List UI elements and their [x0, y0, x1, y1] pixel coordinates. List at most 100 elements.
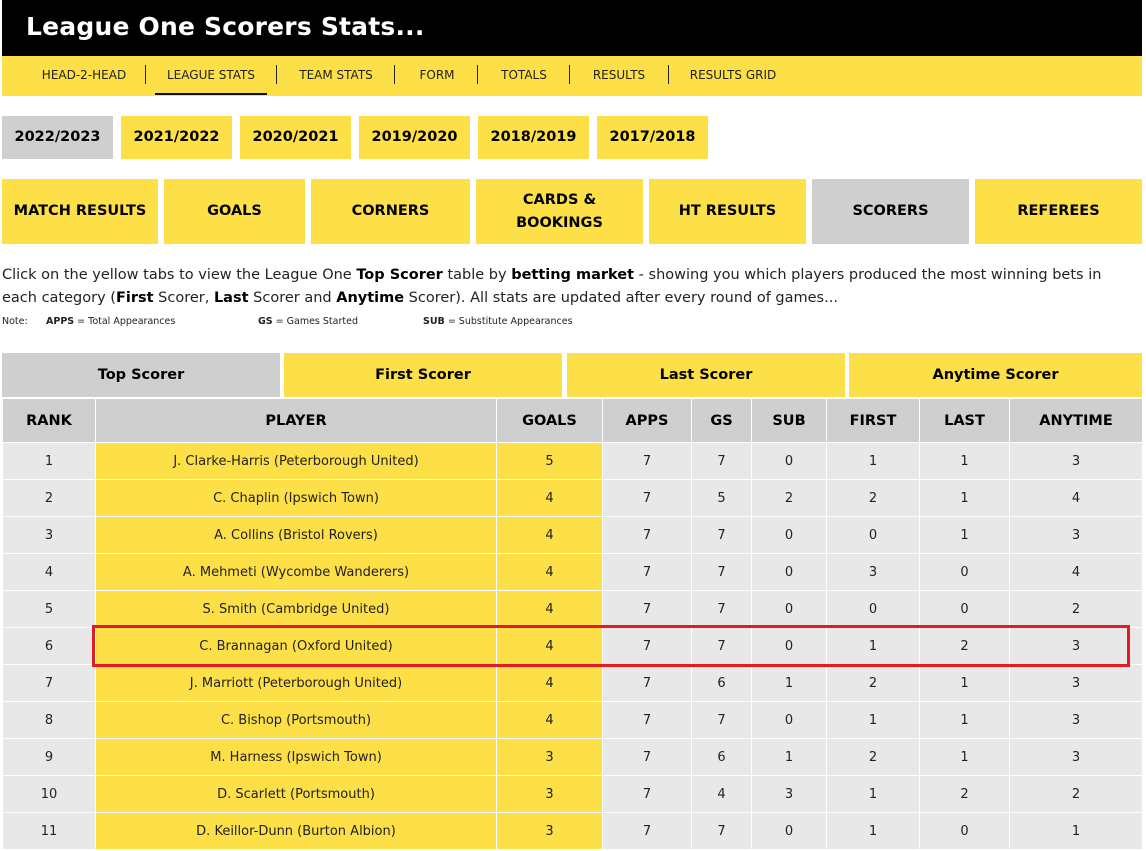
- cell-last: 1: [919, 479, 1010, 517]
- cell-goals: 3: [496, 775, 603, 813]
- category-scorers-button[interactable]: SCORERS: [812, 179, 969, 244]
- nav-item-results[interactable]: RESULTS: [578, 56, 660, 96]
- cell-rank: 4: [2, 553, 96, 591]
- cell-player[interactable]: A. Collins (Bristol Rovers): [95, 516, 497, 554]
- cell-first: 3: [826, 553, 920, 591]
- cell-goals: 3: [496, 812, 603, 850]
- note-label: Note:: [2, 316, 28, 327]
- cell-gs: 4: [691, 775, 752, 813]
- cell-rank: 8: [2, 701, 96, 739]
- header-last: LAST: [919, 398, 1010, 443]
- cell-gs: 6: [691, 738, 752, 776]
- cell-anytime: 4: [1009, 479, 1143, 517]
- main-nav: HEAD-2-HEAD LEAGUE STATS TEAM STATS FORM…: [2, 56, 1142, 96]
- cell-first: 0: [826, 590, 920, 628]
- cell-player[interactable]: J. Clarke-Harris (Peterborough United): [95, 442, 497, 480]
- cell-last: 0: [919, 553, 1010, 591]
- cell-goals: 3: [496, 738, 603, 776]
- nav-item-form[interactable]: FORM: [404, 56, 470, 96]
- cell-gs: 6: [691, 664, 752, 702]
- cell-first: 2: [826, 479, 920, 517]
- cell-gs: 7: [691, 812, 752, 850]
- note-sub: SUB = Substitute Appearances: [423, 316, 573, 327]
- nav-separator: [569, 65, 570, 84]
- page-header: League One Scorers Stats...: [2, 0, 1142, 56]
- cell-sub: 0: [751, 442, 827, 480]
- tab-anytime-scorer[interactable]: Anytime Scorer: [849, 353, 1142, 397]
- cell-player[interactable]: A. Mehmeti (Wycombe Wanderers): [95, 553, 497, 591]
- category-corners-button[interactable]: CORNERS: [311, 179, 470, 244]
- category-cards-bookings-button[interactable]: CARDS & BOOKINGS: [476, 179, 643, 244]
- table-row: 7 J. Marriott (Peterborough United) 4 7 6 1 2 1…: [2, 664, 1143, 702]
- season-2017-2018-button[interactable]: 2017/2018: [597, 116, 708, 159]
- nav-item-head-2-head[interactable]: HEAD-2-HEAD: [24, 56, 144, 96]
- cell-apps: 7: [602, 738, 692, 776]
- season-2020-2021-button[interactable]: 2020/2021: [240, 116, 351, 159]
- header-first: FIRST: [826, 398, 920, 443]
- season-2022-2023-button[interactable]: 2022/2023: [2, 116, 113, 159]
- tab-top-scorer[interactable]: Top Scorer: [2, 353, 280, 397]
- cell-apps: 7: [602, 516, 692, 554]
- cell-rank: 2: [2, 479, 96, 517]
- cell-sub: 0: [751, 812, 827, 850]
- category-match-results-button[interactable]: MATCH RESULTS: [2, 179, 158, 244]
- cell-last: 0: [919, 590, 1010, 628]
- cell-last: 1: [919, 701, 1010, 739]
- cell-rank: 5: [2, 590, 96, 628]
- table-row: 10 D. Scarlett (Portsmouth) 3 7 4 3 1 2 2: [2, 775, 1143, 813]
- category-ht-results-button[interactable]: HT RESULTS: [649, 179, 806, 244]
- cell-player[interactable]: C. Brannagan (Oxford United): [95, 627, 497, 665]
- season-2019-2020-button[interactable]: 2019/2020: [359, 116, 470, 159]
- tab-last-scorer[interactable]: Last Scorer: [567, 353, 845, 397]
- nav-separator: [394, 65, 395, 84]
- cell-anytime: 4: [1009, 553, 1143, 591]
- category-referees-button[interactable]: REFEREES: [975, 179, 1142, 244]
- nav-item-league-stats[interactable]: LEAGUE STATS: [155, 56, 267, 95]
- cell-apps: 7: [602, 775, 692, 813]
- cell-player[interactable]: C. Bishop (Portsmouth): [95, 701, 497, 739]
- cell-first: 2: [826, 738, 920, 776]
- cell-anytime: 3: [1009, 701, 1143, 739]
- note-gs: GS = Games Started: [258, 316, 358, 327]
- cell-last: 2: [919, 627, 1010, 665]
- cell-sub: 1: [751, 738, 827, 776]
- cell-last: 0: [919, 812, 1010, 850]
- nav-item-totals[interactable]: TOTALS: [486, 56, 562, 96]
- cell-gs: 7: [691, 590, 752, 628]
- cell-player[interactable]: D. Scarlett (Portsmouth): [95, 775, 497, 813]
- cell-anytime: 2: [1009, 590, 1143, 628]
- cell-first: 2: [826, 664, 920, 702]
- nav-separator: [477, 65, 478, 84]
- cell-player[interactable]: D. Keillor-Dunn (Burton Albion): [95, 812, 497, 850]
- header-apps: APPS: [602, 398, 692, 443]
- scorers-table: RANK PLAYER GOALS APPS GS SUB FIRST LAST ANYTIME…: [2, 398, 1143, 850]
- season-2021-2022-button[interactable]: 2021/2022: [121, 116, 232, 159]
- table-body: 1 J. Clarke-Harris (Peterborough United) 5…: [2, 442, 1143, 850]
- cell-first: 1: [826, 442, 920, 480]
- cell-player[interactable]: M. Harness (Ipswich Town): [95, 738, 497, 776]
- season-2018-2019-button[interactable]: 2018/2019: [478, 116, 589, 159]
- cell-sub: 0: [751, 553, 827, 591]
- cell-player[interactable]: J. Marriott (Peterborough United): [95, 664, 497, 702]
- cell-goals: 5: [496, 442, 603, 480]
- cell-player[interactable]: C. Chaplin (Ipswich Town): [95, 479, 497, 517]
- nav-separator: [145, 65, 146, 84]
- nav-item-team-stats[interactable]: TEAM STATS: [285, 56, 387, 96]
- cell-rank: 6: [2, 627, 96, 665]
- cell-player[interactable]: S. Smith (Cambridge United): [95, 590, 497, 628]
- category-goals-button[interactable]: GOALS: [164, 179, 305, 244]
- cell-anytime: 3: [1009, 627, 1143, 665]
- cell-sub: 3: [751, 775, 827, 813]
- cell-gs: 5: [691, 479, 752, 517]
- nav-item-results-grid[interactable]: RESULTS GRID: [678, 56, 788, 96]
- cell-rank: 7: [2, 664, 96, 702]
- cell-apps: 7: [602, 553, 692, 591]
- cell-first: 1: [826, 701, 920, 739]
- table-row: 3 A. Collins (Bristol Rovers) 4 7 7 0 0 1 3: [2, 516, 1143, 554]
- cell-gs: 7: [691, 553, 752, 591]
- header-goals: GOALS: [496, 398, 603, 443]
- tab-first-scorer[interactable]: First Scorer: [284, 353, 562, 397]
- table-row: 6 C. Brannagan (Oxford United) 4 7 7 0 1 2 3: [2, 627, 1143, 665]
- cell-rank: 10: [2, 775, 96, 813]
- cell-goals: 4: [496, 701, 603, 739]
